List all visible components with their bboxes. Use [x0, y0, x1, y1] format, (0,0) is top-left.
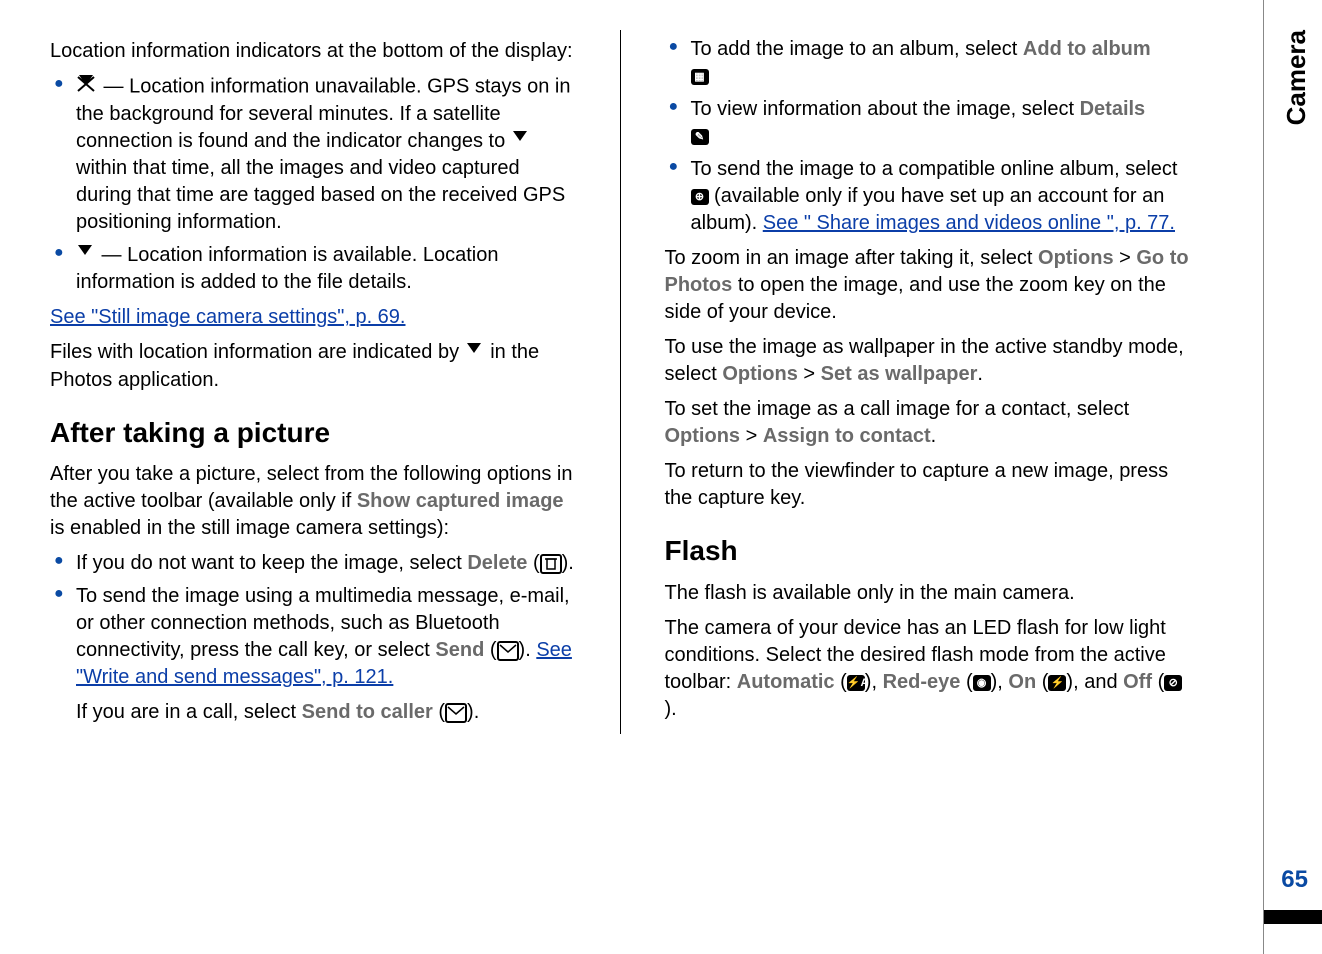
album-icon: ▦ [691, 69, 709, 85]
label-flash-redeye: Red-eye [883, 671, 961, 693]
bullet-details: To view information about the image, sel… [665, 96, 1191, 150]
section-label: Camera [1281, 30, 1312, 125]
bullet-add-album: To add the image to an album, select Add… [665, 36, 1191, 90]
heading-flash: Flash [665, 532, 1191, 570]
flash-redeye-icon: ◉ [973, 675, 991, 691]
label-set-wallpaper: Set as wallpaper [821, 363, 978, 385]
sidebar: Camera 65 [1263, 0, 1322, 954]
return-para: To return to the viewfinder to capture a… [665, 458, 1191, 512]
bullet-location-available: — Location information is available. Loc… [50, 242, 576, 296]
page-body: Location information indicators at the b… [0, 0, 1210, 764]
label-flash-on: On [1008, 671, 1036, 693]
label-options: Options [1038, 247, 1114, 269]
envelope-icon [497, 641, 519, 661]
wallpaper-para: To use the image as wallpaper in the act… [665, 334, 1191, 388]
bullet-delete: If you do not want to keep the image, se… [50, 550, 576, 577]
bullet-online-album: To send the image to a compatible online… [665, 156, 1191, 237]
flash-p2: The camera of your device has an LED fla… [665, 615, 1191, 723]
label-flash-off: Off [1123, 671, 1152, 693]
page-number: 65 [1281, 866, 1308, 894]
flash-auto-icon: ⚡A [847, 675, 865, 691]
envelope-icon [445, 703, 467, 723]
flash-p1: The flash is available only in the main … [665, 580, 1191, 607]
bullet-send: To send the image using a multimedia mes… [50, 583, 576, 726]
location-intro: Location information indicators at the b… [50, 38, 576, 65]
trash-icon [540, 554, 562, 574]
label-options: Options [722, 363, 798, 385]
location-file-icon [465, 340, 485, 367]
files-indicated: Files with location information are indi… [50, 339, 576, 393]
label-options: Options [665, 425, 741, 447]
left-column: Location information indicators at the b… [50, 30, 576, 734]
thumb-tab [1264, 910, 1322, 924]
zoom-para: To zoom in an image after taking it, sel… [665, 245, 1191, 326]
send-to-caller: If you are in a call, select Send to cal… [76, 699, 576, 726]
label-send: Send [435, 639, 484, 661]
after-intro: After you take a picture, select from th… [50, 461, 576, 542]
label-delete: Delete [467, 552, 527, 574]
label-add-album: Add to album [1023, 38, 1151, 60]
flash-on-icon: ⚡ [1048, 675, 1066, 691]
link-camera-settings[interactable]: See "Still image camera settings", p. 69… [50, 306, 405, 328]
label-details: Details [1080, 98, 1146, 120]
heading-after-picture: After taking a picture [50, 414, 576, 452]
details-icon: ✎ [691, 129, 709, 145]
gps-available-icon [511, 128, 531, 155]
column-divider [620, 30, 621, 734]
globe-icon: ⊕ [691, 189, 709, 205]
flash-off-icon: ⊘ [1164, 675, 1182, 691]
link-share-online[interactable]: See " Share images and videos online ", … [763, 212, 1175, 234]
label-assign-contact: Assign to contact [763, 425, 931, 447]
gps-available-icon [76, 242, 96, 269]
label-send-caller: Send to caller [302, 701, 433, 723]
gps-unavailable-icon [76, 73, 98, 101]
right-column: To add the image to an album, select Add… [665, 30, 1191, 734]
label-show-captured: Show captured image [357, 490, 564, 512]
label-flash-auto: Automatic [737, 671, 835, 693]
assign-contact-para: To set the image as a call image for a c… [665, 396, 1191, 450]
bullet-location-unavailable: — Location information unavailable. GPS … [50, 73, 576, 236]
